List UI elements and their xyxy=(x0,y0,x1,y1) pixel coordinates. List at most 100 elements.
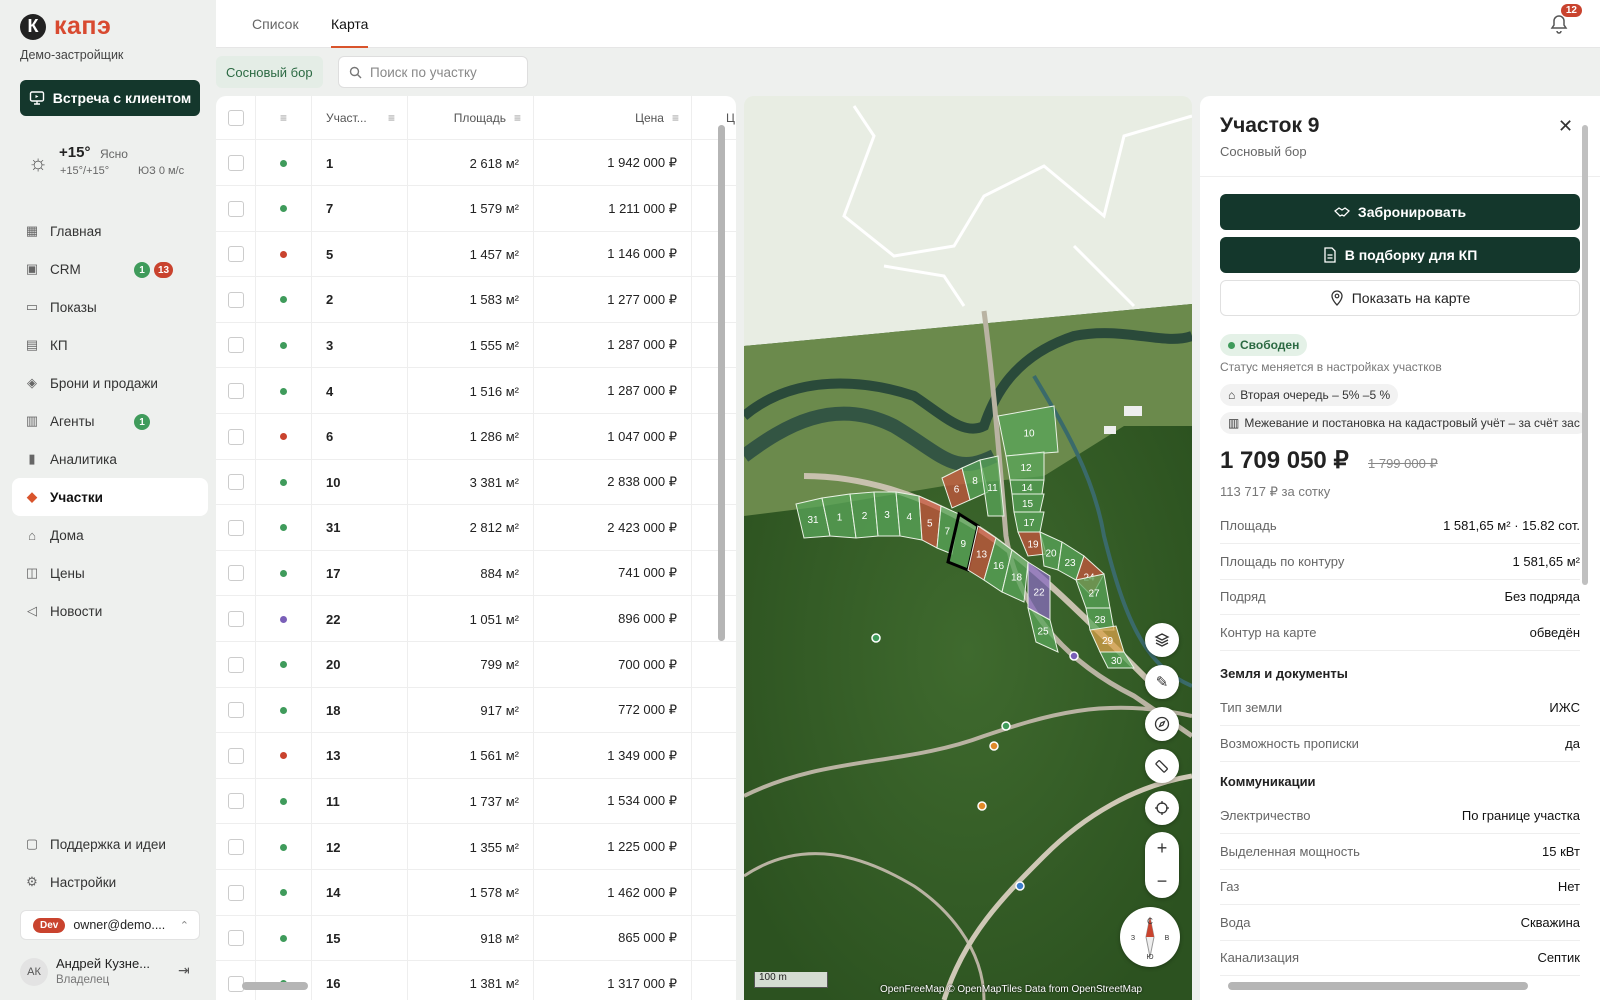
sidebar-item-5[interactable]: ◈ Брони и продажи xyxy=(12,364,208,402)
table-horizontal-scrollbar[interactable] xyxy=(242,982,308,990)
row-select-cell xyxy=(216,596,256,642)
row-checkbox[interactable] xyxy=(227,474,244,491)
sun-icon: ☼ xyxy=(28,150,49,175)
sidebar-item-11[interactable]: ◁ Новости xyxy=(12,592,208,630)
map-attribution[interactable]: OpenFreeMap © OpenMapTiles Data from Ope… xyxy=(880,984,1142,995)
sidebar-item-1[interactable]: ▢ Поддержка и идеи xyxy=(12,825,208,863)
reserve-button[interactable]: Забронировать xyxy=(1220,194,1580,230)
filter-icon[interactable]: ≡ xyxy=(514,111,521,125)
logout-icon[interactable]: ⇥ xyxy=(178,962,190,979)
search-input[interactable]: Поиск по участку xyxy=(370,65,477,80)
row-checkbox[interactable] xyxy=(227,702,244,719)
tab-list[interactable]: Список xyxy=(252,16,299,32)
table-row[interactable]: 10 3 381 м² 2 838 000 ₽ xyxy=(216,459,736,506)
table-vertical-scrollbar[interactable] xyxy=(718,125,725,641)
show-on-map-button[interactable]: Показать на карте xyxy=(1220,280,1580,316)
sidebar-item-1[interactable]: ▦ Главная xyxy=(12,212,208,250)
user-profile[interactable]: АК Андрей Кузне... Владелец ⇥ xyxy=(20,956,200,994)
environment-select[interactable]: Dev owner@demo.... ⌃ xyxy=(20,910,200,940)
table-row[interactable]: 21 583 м² 1 277 000 ₽ xyxy=(216,276,736,323)
plot-header[interactable]: Участ... ≡ xyxy=(312,96,408,140)
zoom-in-button[interactable]: + xyxy=(1145,832,1179,865)
row-checkbox[interactable] xyxy=(227,747,244,764)
row-checkbox[interactable] xyxy=(227,656,244,673)
table-row[interactable]: 16 1 381 м² 1 317 000 ₽ xyxy=(216,960,736,1000)
detail-vertical-scrollbar[interactable] xyxy=(1582,125,1588,585)
table-row[interactable]: 31 555 м² 1 287 000 ₽ xyxy=(216,322,736,369)
layers-icon[interactable] xyxy=(1145,623,1179,657)
filter-icon[interactable]: ≡ xyxy=(388,111,395,125)
compass-icon[interactable] xyxy=(1145,707,1179,741)
detail-horizontal-scrollbar[interactable] xyxy=(1228,982,1528,990)
plot-number-cell: 15 xyxy=(312,915,408,962)
plot-number-cell: 11 xyxy=(312,778,408,825)
table-row[interactable]: 51 457 м² 1 146 000 ₽ xyxy=(216,231,736,278)
zoom-out-button[interactable]: − xyxy=(1145,865,1179,898)
table-row[interactable]: 12 618 м² 1 942 000 ₽ xyxy=(216,140,736,186)
sidebar-item-3[interactable]: ▭ Показы xyxy=(12,288,208,326)
search-field[interactable]: Поиск по участку xyxy=(338,56,528,88)
table-row[interactable]: 71 579 м² 1 211 000 ₽ xyxy=(216,185,736,232)
status-cell xyxy=(256,140,312,186)
row-checkbox[interactable] xyxy=(227,793,244,810)
row-checkbox[interactable] xyxy=(227,428,244,445)
table-row[interactable]: 11 1 737 м² 1 534 000 ₽ xyxy=(216,778,736,825)
table-row[interactable]: 12 1 355 м² 1 225 000 ₽ xyxy=(216,824,736,870)
row-checkbox[interactable] xyxy=(227,155,244,171)
status-cell xyxy=(256,231,312,278)
row-checkbox[interactable] xyxy=(227,519,244,536)
sidebar-item-6[interactable]: ▥ Агенты 1 xyxy=(12,402,208,440)
sidebar-item-8[interactable]: ◆ Участки xyxy=(12,478,208,516)
add-to-kp-button[interactable]: В подборку для КП xyxy=(1220,237,1580,273)
row-select-cell xyxy=(216,459,256,506)
bell-icon[interactable] xyxy=(1550,14,1568,39)
sidebar-item-2[interactable]: ⚙ Настройки xyxy=(12,863,208,901)
row-checkbox[interactable] xyxy=(227,884,244,901)
filter-icon[interactable]: ≡ xyxy=(672,111,679,125)
sidebar-item-9[interactable]: ⌂ Дома xyxy=(12,516,208,554)
row-checkbox[interactable] xyxy=(227,246,244,263)
price-cell: 1 534 000 ₽ xyxy=(534,778,692,825)
ruler-icon[interactable] xyxy=(1145,749,1179,783)
sidebar-item-2[interactable]: ▣ CRM 1 13 xyxy=(12,250,208,288)
price-header[interactable]: Цена ≡ xyxy=(534,96,692,140)
tab-map[interactable]: Карта xyxy=(331,16,369,48)
table-row[interactable]: 14 1 578 м² 1 462 000 ₽ xyxy=(216,869,736,916)
logo[interactable]: К капэ xyxy=(20,12,111,41)
table-row[interactable]: 61 286 м² 1 047 000 ₽ xyxy=(216,413,736,460)
brush-icon[interactable]: ✎ xyxy=(1145,665,1179,699)
area-header[interactable]: Площадь ≡ xyxy=(408,96,534,140)
table-row[interactable]: 31 2 812 м² 2 423 000 ₽ xyxy=(216,504,736,551)
compass-rose[interactable]: С Ю В З xyxy=(1120,907,1180,967)
meet-client-button[interactable]: Встреча с клиентом xyxy=(20,80,200,116)
table-row[interactable]: 15 918 м² 865 000 ₽ xyxy=(216,915,736,962)
map-canvas[interactable]: 31 1 2 3 45791316182225681110121415171920232… xyxy=(744,96,1192,1000)
sidebar-item-7[interactable]: ▮ Аналитика xyxy=(12,440,208,478)
row-checkbox[interactable] xyxy=(227,291,244,308)
table-row[interactable]: 41 516 м² 1 287 000 ₽ xyxy=(216,368,736,414)
row-checkbox[interactable] xyxy=(227,337,244,354)
table-row[interactable]: 22 1 051 м² 896 000 ₽ xyxy=(216,596,736,642)
table-row[interactable]: 13 1 561 м² 1 349 000 ₽ xyxy=(216,732,736,779)
sidebar-item-10[interactable]: ◫ Цены xyxy=(12,554,208,592)
document-icon xyxy=(1324,247,1336,263)
project-filter-chip[interactable]: Сосновый бор xyxy=(216,56,323,88)
row-checkbox[interactable] xyxy=(227,611,244,627)
row-checkbox[interactable] xyxy=(227,200,244,217)
sidebar-item-4[interactable]: ▤ КП xyxy=(12,326,208,364)
row-checkbox[interactable] xyxy=(227,975,244,992)
row-checkbox[interactable] xyxy=(227,383,244,399)
site-map[interactable]: 31 1 2 3 4 5 7 9 13 16 18 22 25 6 8 11 10 12 14 15 17 19 20 23 2… xyxy=(744,96,1192,1000)
table-row[interactable]: 20 799 м² 700 000 ₽ xyxy=(216,641,736,688)
filter-icon[interactable]: ≡ xyxy=(280,111,287,125)
locate-icon[interactable] xyxy=(1145,791,1179,825)
row-checkbox[interactable] xyxy=(227,565,244,582)
select-all-checkbox[interactable] xyxy=(227,110,244,126)
map-plot-label: 17 xyxy=(1023,518,1035,529)
row-checkbox[interactable] xyxy=(227,839,244,855)
close-icon[interactable]: ✕ xyxy=(1558,116,1573,137)
table-row[interactable]: 17 884 м² 741 000 ₽ xyxy=(216,550,736,597)
row-checkbox[interactable] xyxy=(227,930,244,947)
table-row[interactable]: 18 917 м² 772 000 ₽ xyxy=(216,687,736,734)
status-dot xyxy=(280,296,287,304)
